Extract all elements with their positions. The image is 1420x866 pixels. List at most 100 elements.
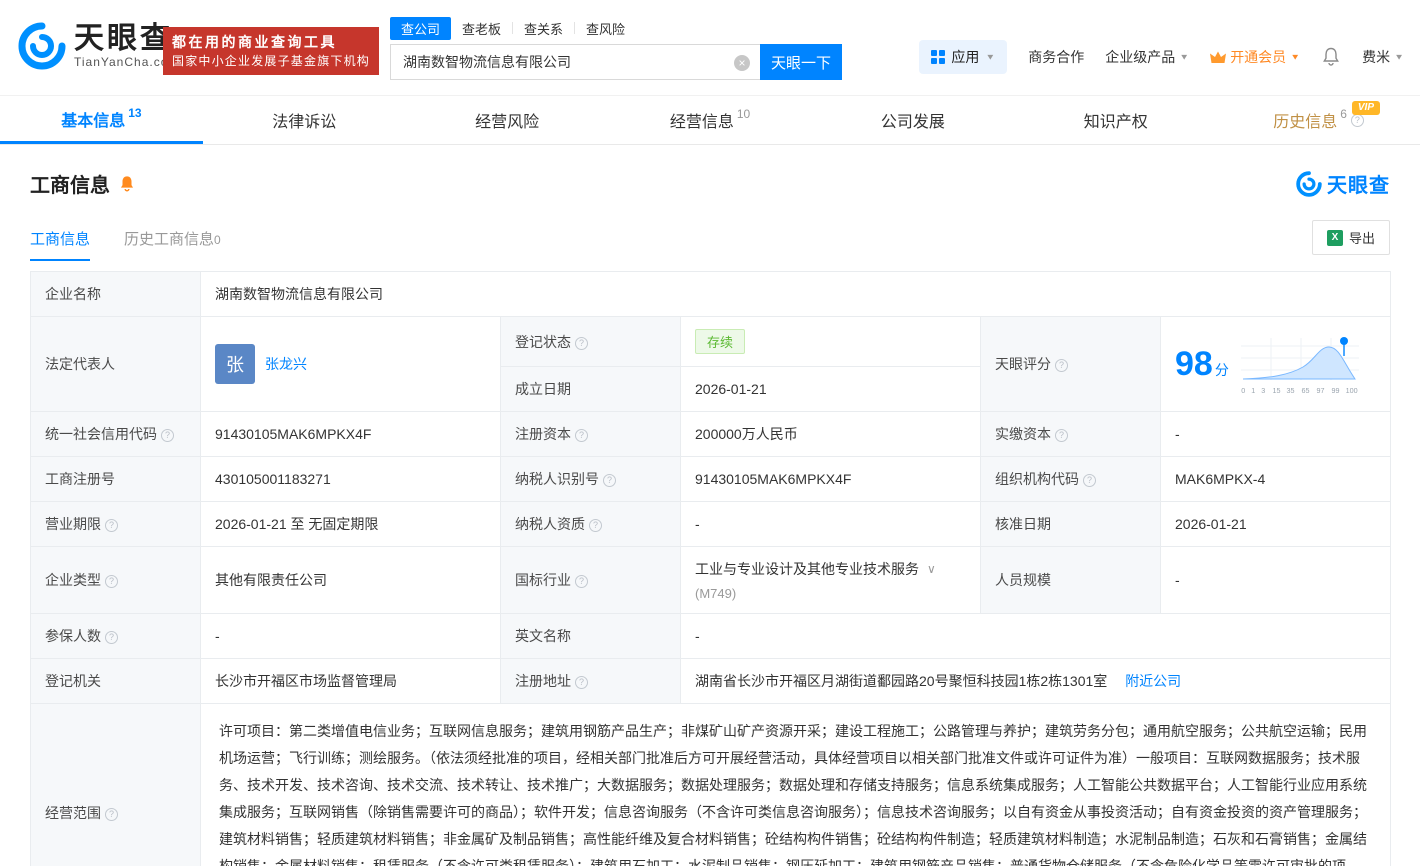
table-row: 企业名称 湖南数智物流信息有限公司 [30,271,1392,317]
field-value: 湖南数智物流信息有限公司 [215,286,383,302]
enterprise-menu[interactable]: 企业级产品 ▼ [1105,47,1189,67]
tab-operation-risk[interactable]: 经营风险 [406,96,609,144]
tab-label: 公司发展 [880,114,945,131]
tab-operation-info[interactable]: 经营信息 10 [609,96,812,144]
help-icon[interactable] [603,474,616,487]
value-industry: 工业与专业设计及其他专业技术服务 ∨ (M749) [680,546,981,614]
help-icon[interactable] [1055,429,1068,442]
tianyancha-watermark-icon [1296,170,1322,197]
label-company-type: 企业类型 [30,546,201,614]
watermark-logo: 天眼查 [1296,169,1390,198]
field-label: 经营范围 [45,804,101,821]
help-icon[interactable] [105,575,118,588]
industry-code: (M749) [695,586,737,601]
value-registration-authority: 长沙市开福区市场监督管理局 [200,658,501,704]
help-icon[interactable] [105,631,118,644]
field-label: 核准日期 [995,516,1051,532]
subtab-business-info[interactable]: 工商信息 [30,228,91,261]
tab-company-development[interactable]: 公司发展 [811,96,1014,144]
legal-rep-link[interactable]: 张龙兴 [265,354,307,374]
field-value: - [1175,572,1180,588]
help-icon[interactable] [575,336,588,350]
clear-icon[interactable]: × [734,55,750,71]
search-input[interactable] [391,45,760,79]
tianyancha-logo[interactable]: 天眼查 TianYanCha.com [18,22,179,70]
tab-history-info[interactable]: VIP 历史信息 6 [1217,96,1420,144]
search-tab-risk[interactable]: 查风险 [575,17,636,40]
score-value: 98 [1175,345,1213,383]
avatar[interactable]: 张 [215,344,255,384]
field-value: - [695,628,700,644]
help-icon[interactable] [1350,113,1364,127]
help-icon[interactable] [575,429,588,442]
username: 费米 [1362,49,1391,65]
help-icon[interactable] [575,676,588,689]
label-tianyan-score: 天眼评分 [980,316,1161,412]
apps-menu[interactable]: 应用 ▼ [919,40,1008,74]
field-value: 2026-01-21 [1175,516,1247,532]
chevron-down-icon[interactable]: ∨ [927,562,936,576]
value-approval-date: 2026-01-21 [1159,501,1392,547]
value-company-name: 湖南数智物流信息有限公司 [199,271,1392,317]
search-tab-company[interactable]: 查公司 [390,16,452,40]
field-label: 实缴资本 [995,426,1051,442]
search-tab-boss[interactable]: 查老板 [451,17,512,40]
tab-label: 经营信息 [669,114,734,131]
watermark-text: 天眼查 [1327,175,1390,197]
field-label: 纳税人识别号 [515,471,599,487]
crown-icon [1210,51,1227,63]
field-value: 91430105MAK6MPKX4F [215,426,372,442]
label-paid-capital: 实缴资本 [980,411,1161,457]
table-row: 营业期限 2026-01-21 至 无固定期限 纳税人资质 - 核准日期 202… [30,501,1392,547]
help-icon[interactable] [589,519,602,532]
label-staff-size: 人员规模 [980,546,1161,614]
subtab-history-business-info[interactable]: 历史工商信息0 [124,228,221,261]
field-label: 人员规模 [995,572,1051,588]
field-value: - [695,516,700,532]
tianyancha-logo-icon [18,22,66,70]
field-label: 成立日期 [515,381,571,397]
table-row: 参保人数 - 英文名称 - [30,613,1392,659]
export-button[interactable]: X 导出 [1311,220,1390,255]
help-icon[interactable] [1055,359,1068,372]
help-icon[interactable] [1083,474,1096,487]
label-taxpayer-quality: 纳税人资质 [500,501,681,547]
label-approval-date: 核准日期 [980,501,1161,547]
value-credit-code: 91430105MAK6MPKX4F [200,411,501,457]
help-icon[interactable] [161,429,174,442]
value-org-code: MAK6MPKX-4 [1159,456,1392,502]
notification-bell-icon[interactable] [1321,47,1341,67]
value-insured-count: - [200,613,501,659]
help-icon[interactable] [105,807,118,821]
field-value: 2026-01-21 至 无固定期限 [215,516,379,532]
field-value: 200000万人民币 [695,426,798,442]
member-menu[interactable]: 开通会员 ▼ [1210,47,1300,67]
help-icon[interactable] [105,519,118,532]
tab-basic-info[interactable]: 基本信息 13 [0,96,203,144]
value-company-type: 其他有限责任公司 [200,546,501,614]
field-value: 91430105MAK6MPKX4F [695,471,852,487]
value-registration-status: 存续 [680,316,981,367]
label-registration-authority: 登记机关 [30,658,201,704]
label-legal-representative: 法定代表人 [30,316,201,412]
company-section-tabs: 基本信息 13 法律诉讼 经营风险 经营信息 10 公司发展 知识产权 VIP … [0,95,1420,145]
score-chart: 0 1 3 15 35 65 97 99 100 [1240,334,1359,395]
apps-grid-icon [931,50,946,64]
subtab-count: 0 [214,233,221,247]
registration-sub-tabs: 工商信息 历史工商信息0 X 导出 [30,220,1390,261]
tab-intellectual-property[interactable]: 知识产权 [1014,96,1217,144]
nearby-companies-link[interactable]: 附近公司 [1125,673,1181,689]
help-icon[interactable] [575,575,588,588]
table-row: 经营范围 许可项目：第二类增值电信业务；互联网信息服务；建筑用钢筋产品生产；非煤… [30,703,1392,866]
label-registered-capital: 注册资本 [500,411,681,457]
search-button[interactable]: 天眼一下 [760,44,842,80]
monitor-bell-icon[interactable] [118,175,136,193]
cooperation-link[interactable]: 商务合作 [1028,47,1084,67]
enterprise-label: 企业级产品 [1105,49,1176,65]
field-label: 登记机关 [45,673,101,689]
business-info-table: 企业名称 湖南数智物流信息有限公司 法定代表人 张 张龙兴 登记状态 存续 天眼… [30,271,1392,866]
search-tab-relation[interactable]: 查关系 [513,17,574,40]
user-menu[interactable]: 费米 ▼ [1362,47,1404,67]
tab-count: 6 [1340,107,1347,121]
tab-legal-proceedings[interactable]: 法律诉讼 [203,96,406,144]
